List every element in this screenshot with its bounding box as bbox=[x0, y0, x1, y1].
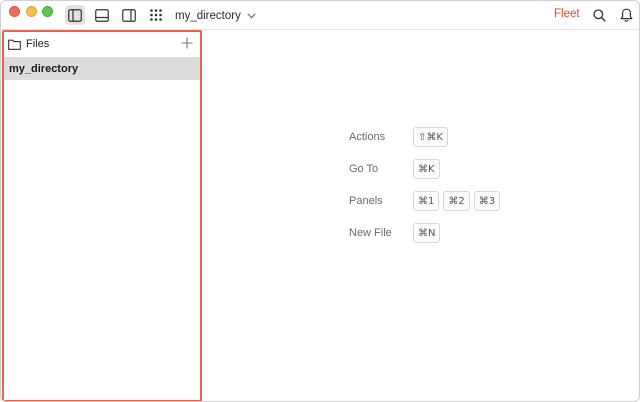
hint-go-to: Go To ⌘K bbox=[349, 159, 549, 191]
shortcut-key: ⌘K bbox=[413, 159, 440, 179]
bottom-panel-icon bbox=[95, 9, 109, 22]
workspace-name: my_directory bbox=[175, 10, 241, 22]
toggle-bottom-panel-button[interactable] bbox=[92, 5, 112, 25]
folder-icon bbox=[8, 39, 21, 50]
title-bar: my_directory Fleet bbox=[1, 1, 640, 30]
hint-actions: Actions ⇧⌘K bbox=[349, 127, 549, 159]
workspace-selector[interactable]: my_directory bbox=[175, 7, 256, 25]
left-panel-icon bbox=[68, 9, 82, 22]
shortcut-hints: Actions ⇧⌘K Go To ⌘K Panels ⌘1 ⌘2 ⌘3 New… bbox=[349, 127, 549, 255]
files-tab-label: Files bbox=[26, 38, 49, 50]
file-tree-item[interactable]: my_directory bbox=[4, 57, 200, 80]
minimize-window-button[interactable] bbox=[26, 6, 37, 17]
close-window-button[interactable] bbox=[9, 6, 20, 17]
hint-label: New File bbox=[349, 227, 392, 239]
add-button[interactable] bbox=[180, 36, 194, 50]
zoom-window-button[interactable] bbox=[42, 6, 53, 17]
search-icon bbox=[593, 9, 606, 22]
tab-files[interactable]: Files bbox=[8, 34, 49, 54]
files-panel-header: Files bbox=[4, 32, 200, 56]
notifications-button[interactable] bbox=[617, 6, 635, 24]
shortcut-key: ⌘N bbox=[413, 223, 440, 243]
search-button[interactable] bbox=[590, 6, 608, 24]
shortcut-key: ⌘3 bbox=[474, 191, 500, 211]
hint-new-file: New File ⌘N bbox=[349, 223, 549, 255]
shortcut-key: ⇧⌘K bbox=[413, 127, 448, 147]
hint-label: Actions bbox=[349, 131, 385, 143]
toggle-right-panel-button[interactable] bbox=[119, 5, 139, 25]
hint-label: Go To bbox=[349, 163, 378, 175]
toggle-left-panel-button[interactable] bbox=[65, 5, 85, 25]
hint-label: Panels bbox=[349, 195, 383, 207]
file-tree-item-label: my_directory bbox=[9, 63, 78, 75]
files-panel: Files my_directory bbox=[2, 30, 202, 402]
app-window: my_directory Fleet Files bbox=[0, 0, 640, 402]
plus-icon bbox=[181, 37, 193, 49]
tools-grid-button[interactable] bbox=[146, 5, 166, 25]
right-panel-icon bbox=[122, 9, 136, 22]
bell-icon bbox=[620, 8, 633, 22]
shortcut-key: ⌘1 bbox=[413, 191, 439, 211]
fleet-menu-label[interactable]: Fleet bbox=[554, 8, 580, 20]
hint-panels: Panels ⌘1 ⌘2 ⌘3 bbox=[349, 191, 549, 223]
grid-icon bbox=[150, 9, 162, 21]
chevron-down-icon bbox=[247, 13, 256, 19]
shortcut-key: ⌘2 bbox=[443, 191, 469, 211]
